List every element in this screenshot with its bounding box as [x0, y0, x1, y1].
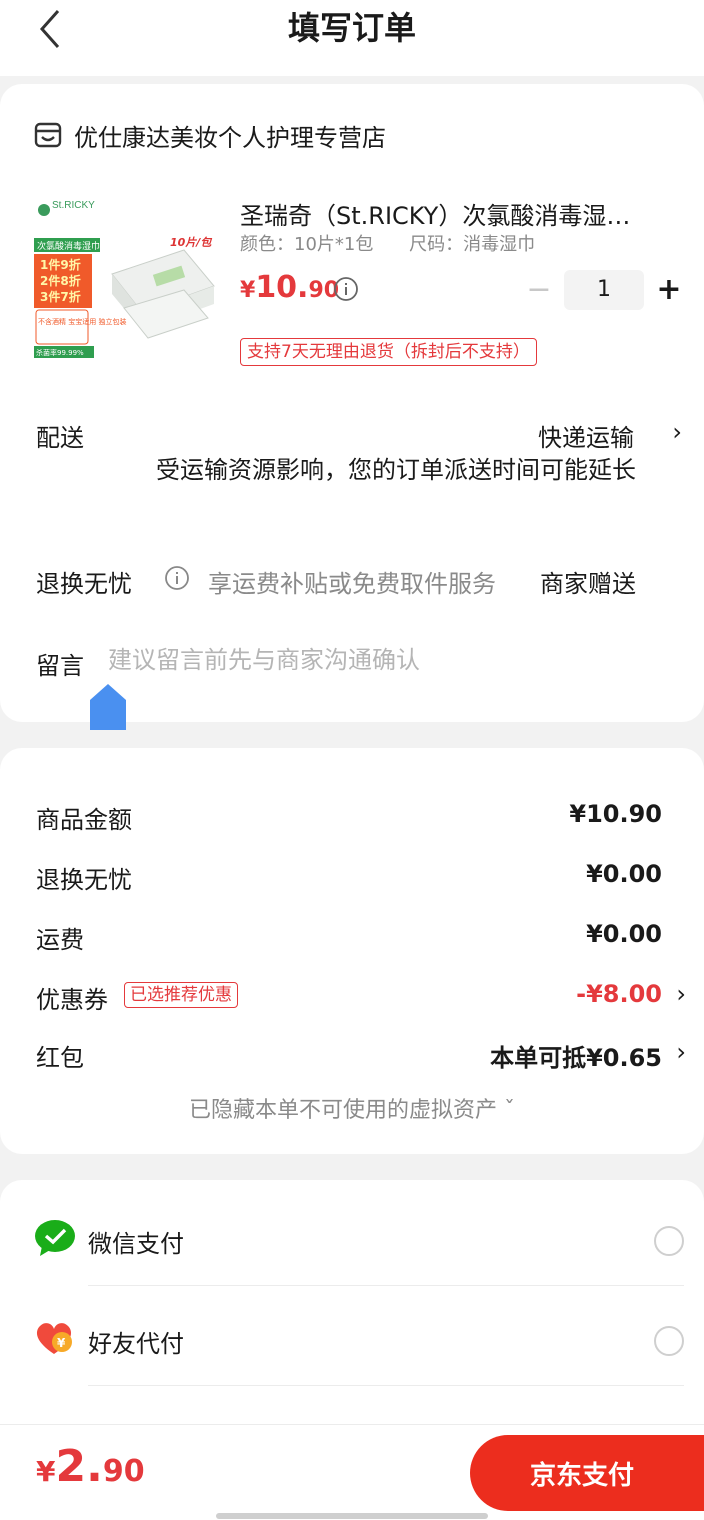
quantity-value[interactable]: 1 — [564, 270, 644, 310]
store-row[interactable]: 优仕康达美妆个人护理专营店 — [34, 118, 386, 152]
page-title: 填写订单 — [287, 9, 416, 47]
total-price-int: 2. — [55, 1441, 103, 1492]
shipping-fee-row: 运费 ¥0.00 — [36, 920, 686, 954]
shipping-fee-label: 运费 — [36, 926, 84, 954]
exchange-value: 商家赠送 — [540, 570, 636, 598]
product-spec-size: 尺码：消毒湿巾 — [409, 234, 536, 255]
message-label: 留言 — [36, 652, 84, 680]
total-price-dec: 90 — [102, 1454, 145, 1489]
payment-method-label: 微信支付 — [88, 1230, 184, 1258]
goods-amount-value: ¥10.90 — [569, 800, 662, 828]
pay-button[interactable]: 京东支付 — [470, 1435, 704, 1511]
exchange-label: 退换无忧 — [36, 570, 132, 598]
total-price-yen: ¥ — [36, 1455, 56, 1488]
chevron-right-icon[interactable]: › — [672, 418, 682, 446]
goods-amount-row: 商品金额 ¥10.90 — [36, 800, 686, 834]
product-price-int: 10. — [255, 270, 309, 305]
exchange-fee-label: 退换无忧 — [36, 866, 132, 894]
image-promo-2: 2件8折 — [40, 273, 81, 288]
redpacket-row[interactable]: 红包 本单可抵¥0.65 › — [36, 1038, 686, 1072]
price-summary-card: 商品金额 ¥10.90 退换无忧 ¥0.00 运费 ¥0.00 优惠券 已选推荐… — [0, 748, 704, 1154]
coupon-value: -¥8.00 — [576, 980, 662, 1008]
header-bar: 填写订单 — [0, 0, 704, 76]
checkout-bar: ¥2.90 京东支付 — [0, 1424, 704, 1520]
goods-amount-label: 商品金额 — [36, 806, 132, 834]
image-label-text: 次氯酸消毒湿巾 — [37, 240, 100, 252]
friend-pay-icon: ¥ — [36, 1323, 72, 1354]
delivery-method[interactable]: 快递运输 — [538, 418, 634, 453]
store-icon — [34, 122, 62, 148]
shipping-fee-value: ¥0.00 — [586, 920, 662, 948]
image-rate: 杀菌率99.99% — [36, 348, 84, 357]
coupon-row[interactable]: 优惠券 已选推荐优惠 -¥8.00 › — [36, 980, 686, 1014]
message-input[interactable] — [100, 640, 660, 680]
quantity-minus-button[interactable]: − — [524, 270, 554, 310]
exchange-description: 享运费补贴或免费取件服务 — [208, 570, 496, 598]
exchange-info-icon[interactable] — [164, 565, 190, 591]
product-price: ¥10.90 — [240, 270, 339, 305]
hidden-assets-toggle[interactable]: 已隐藏本单不可使用的虚拟资产 ˇ — [0, 1092, 704, 1124]
redpacket-value: 本单可抵¥0.65 — [490, 1044, 662, 1072]
image-promo-1: 1件9折 — [40, 257, 81, 272]
return-policy-tag: 支持7天无理由退货（拆封后不支持） — [240, 338, 537, 366]
product-image[interactable]: St.RICKY 次氯酸消毒湿巾 1件9折 2件8折 3件7折 不含酒精 宝宝适… — [34, 190, 220, 358]
chevron-right-icon: › — [676, 1038, 686, 1066]
quantity-plus-button[interactable]: + — [654, 270, 684, 310]
home-indicator[interactable] — [216, 1513, 488, 1519]
coupon-label: 优惠券 — [36, 986, 108, 1014]
store-name: 优仕康达美妆个人护理专营店 — [74, 123, 386, 152]
wechat-pay-icon — [35, 1220, 75, 1256]
text-cursor-handle-icon[interactable] — [90, 684, 126, 730]
payment-method-label: 好友代付 — [88, 1330, 184, 1358]
exchange-fee-row: 退换无忧 ¥0.00 — [36, 860, 686, 894]
delivery-note: 受运输资源影响，您的订单派送时间可能延长 — [156, 456, 636, 484]
product-price-yen: ¥ — [240, 278, 256, 303]
exchange-fee-value: ¥0.00 — [586, 860, 662, 888]
payment-method-wechat[interactable]: 微信支付 — [0, 1186, 704, 1286]
image-brand-text: St.RICKY — [52, 200, 95, 211]
order-card: 优仕康达美妆个人护理专营店 St.RICKY 次氯酸消毒湿巾 1件9折 2件8折… — [0, 84, 704, 730]
product-spec-color: 颜色：10片*1包 — [240, 234, 374, 255]
payment-radio[interactable] — [654, 1226, 684, 1256]
payment-method-friend[interactable]: ¥ 好友代付 — [0, 1286, 704, 1386]
product-spec[interactable]: 颜色：10片*1包 尺码：消毒湿巾 — [240, 230, 565, 256]
redpacket-label: 红包 — [36, 1044, 84, 1072]
image-pack: 10片/包 — [170, 236, 212, 249]
chevron-right-icon: › — [676, 980, 686, 1008]
payment-radio[interactable] — [654, 1326, 684, 1356]
total-price: ¥2.90 — [36, 1441, 145, 1492]
quantity-stepper: − 1 + — [524, 270, 684, 310]
image-features: 不含酒精 宝宝适用 独立包装 — [38, 317, 126, 326]
svg-text:¥: ¥ — [57, 1336, 66, 1350]
coupon-tag: 已选推荐优惠 — [124, 982, 238, 1008]
delivery-label: 配送 — [36, 424, 84, 452]
product-title[interactable]: 圣瑞奇（St.RICKY）次氯酸消毒湿… — [240, 196, 670, 231]
price-info-icon[interactable] — [333, 276, 359, 302]
image-promo-3: 3件7折 — [40, 289, 81, 304]
